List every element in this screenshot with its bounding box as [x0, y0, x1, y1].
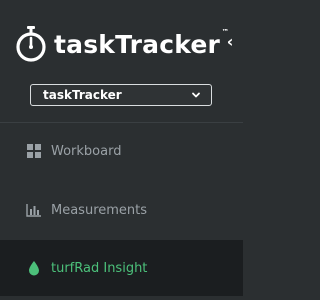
project-select[interactable]: taskTracker: [30, 84, 212, 106]
sidebar-item-label: turfRad Insight: [51, 260, 148, 276]
project-select-value: taskTracker: [43, 88, 122, 102]
droplet-icon: [29, 261, 39, 276]
sidebar-item-turfrad-insight[interactable]: turfRad Insight: [0, 240, 243, 296]
bar-chart-icon: [26, 204, 41, 217]
app-title: taskTracker ™: [54, 27, 230, 59]
stopwatch-icon: [16, 26, 46, 62]
brand-logo: taskTracker ™: [14, 22, 229, 66]
sidebar-item-label: Measurements: [51, 202, 148, 218]
collapse-sidebar-button[interactable]: ‹: [223, 33, 237, 51]
sidebar: taskTracker ™ ‹ taskTracker Workboard Me…: [0, 0, 243, 300]
sidebar-item-measurements[interactable]: Measurements: [0, 182, 243, 238]
chevron-down-icon: [192, 92, 200, 98]
grid-icon: [27, 144, 41, 158]
chevron-left-icon: ‹: [226, 32, 234, 51]
sidebar-item-workboard[interactable]: Workboard: [0, 123, 243, 179]
sidebar-item-label: Workboard: [51, 143, 122, 159]
